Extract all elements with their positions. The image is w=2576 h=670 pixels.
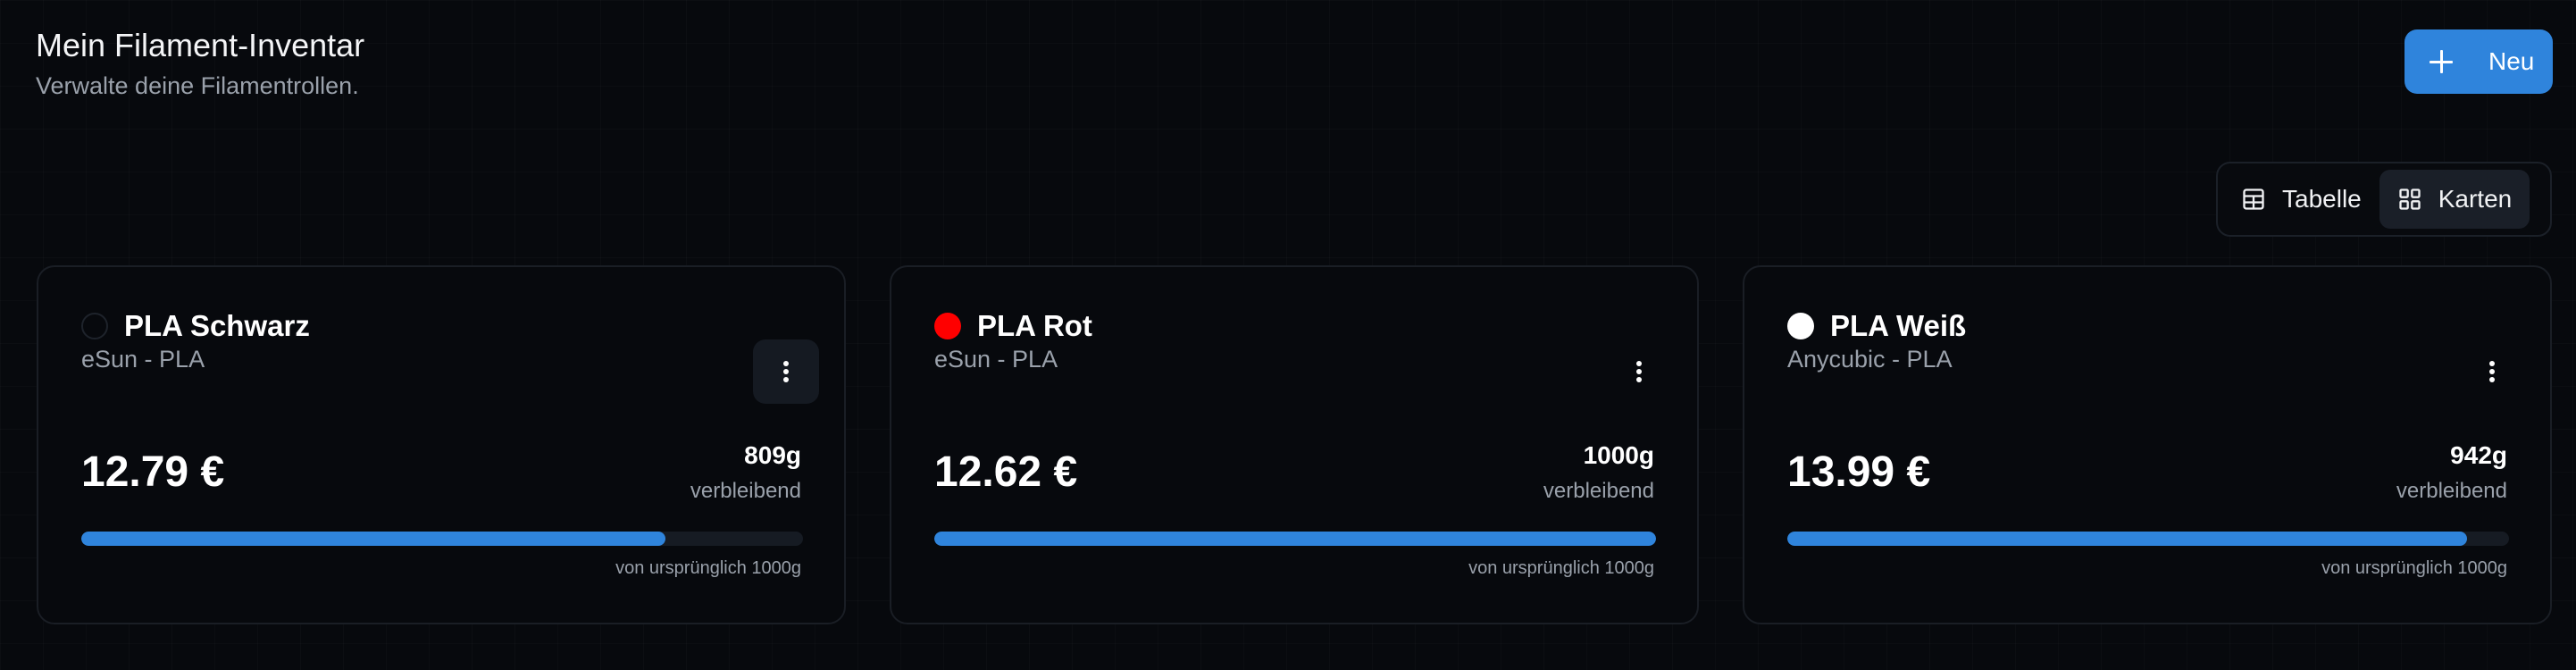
view-option-cards-label: Karten <box>2438 185 2513 213</box>
color-swatch <box>934 313 961 339</box>
remaining-progress-fill <box>81 532 665 546</box>
new-filament-button[interactable]: Neu <box>2405 29 2553 94</box>
remaining-label: verbleibend <box>2396 479 2507 503</box>
card-menu-button[interactable] <box>2459 339 2525 404</box>
card-menu-button[interactable] <box>1606 339 1672 404</box>
plus-icon <box>2430 50 2453 73</box>
color-swatch <box>81 313 108 339</box>
page-subtitle: Verwalte deine Filamentrollen. <box>36 72 359 99</box>
remaining-weight: 942g <box>2450 441 2507 469</box>
filament-name: PLA Schwarz <box>124 309 310 342</box>
view-option-table[interactable]: Tabelle <box>2223 170 2379 229</box>
remaining-progress-fill <box>934 532 1656 546</box>
filament-card: PLA Weiß Anycubic - PLA 13.99 € 942g ver… <box>1743 265 2552 624</box>
page-title: Mein Filament-Inventar <box>36 27 365 63</box>
new-button-label: Neu <box>2488 47 2535 75</box>
remaining-progress-fill <box>1787 532 2468 546</box>
remaining-info: 1000g verbleibend <box>1543 440 1654 507</box>
remaining-info: 809g verbleibend <box>690 440 801 507</box>
filament-price: 12.62 € <box>934 448 1078 496</box>
filament-name: PLA Rot <box>977 309 1092 342</box>
view-option-table-label: Tabelle <box>2282 185 2362 213</box>
page-header: Mein Filament-Inventar Verwalte deine Fi… <box>36 25 364 102</box>
filament-name: PLA Weiß <box>1830 309 1967 342</box>
remaining-weight: 1000g <box>1583 441 1654 469</box>
filament-price: 12.79 € <box>81 448 225 496</box>
more-vertical-icon <box>1636 361 1642 382</box>
filament-brand-type: eSun - PLA <box>81 346 205 373</box>
filament-card: PLA Rot eSun - PLA 12.62 € 1000g verblei… <box>890 265 1699 624</box>
more-vertical-icon <box>783 361 789 382</box>
remaining-weight: 809g <box>744 441 801 469</box>
remaining-label: verbleibend <box>1543 479 1654 503</box>
view-toggle: Tabelle Karten <box>2216 162 2552 237</box>
card-menu-button[interactable] <box>753 339 819 404</box>
remaining-label: verbleibend <box>690 479 801 503</box>
original-weight-text: von ursprünglich 1000g <box>1468 558 1654 578</box>
remaining-progress-bar <box>1787 532 2509 546</box>
filament-brand-type: eSun - PLA <box>934 346 1058 373</box>
remaining-progress-bar <box>81 532 803 546</box>
remaining-progress-bar <box>934 532 1656 546</box>
table-icon <box>2243 188 2264 210</box>
remaining-info: 942g verbleibend <box>2396 440 2507 507</box>
filament-price: 13.99 € <box>1787 448 1931 496</box>
filament-brand-type: Anycubic - PLA <box>1787 346 1953 373</box>
view-option-cards[interactable]: Karten <box>2379 170 2530 229</box>
color-swatch <box>1787 313 1814 339</box>
filament-card: PLA Schwarz eSun - PLA 12.79 € 809g verb… <box>37 265 846 624</box>
original-weight-text: von ursprünglich 1000g <box>615 558 801 578</box>
original-weight-text: von ursprünglich 1000g <box>2321 558 2507 578</box>
grid-icon <box>2399 188 2421 210</box>
more-vertical-icon <box>2489 361 2495 382</box>
